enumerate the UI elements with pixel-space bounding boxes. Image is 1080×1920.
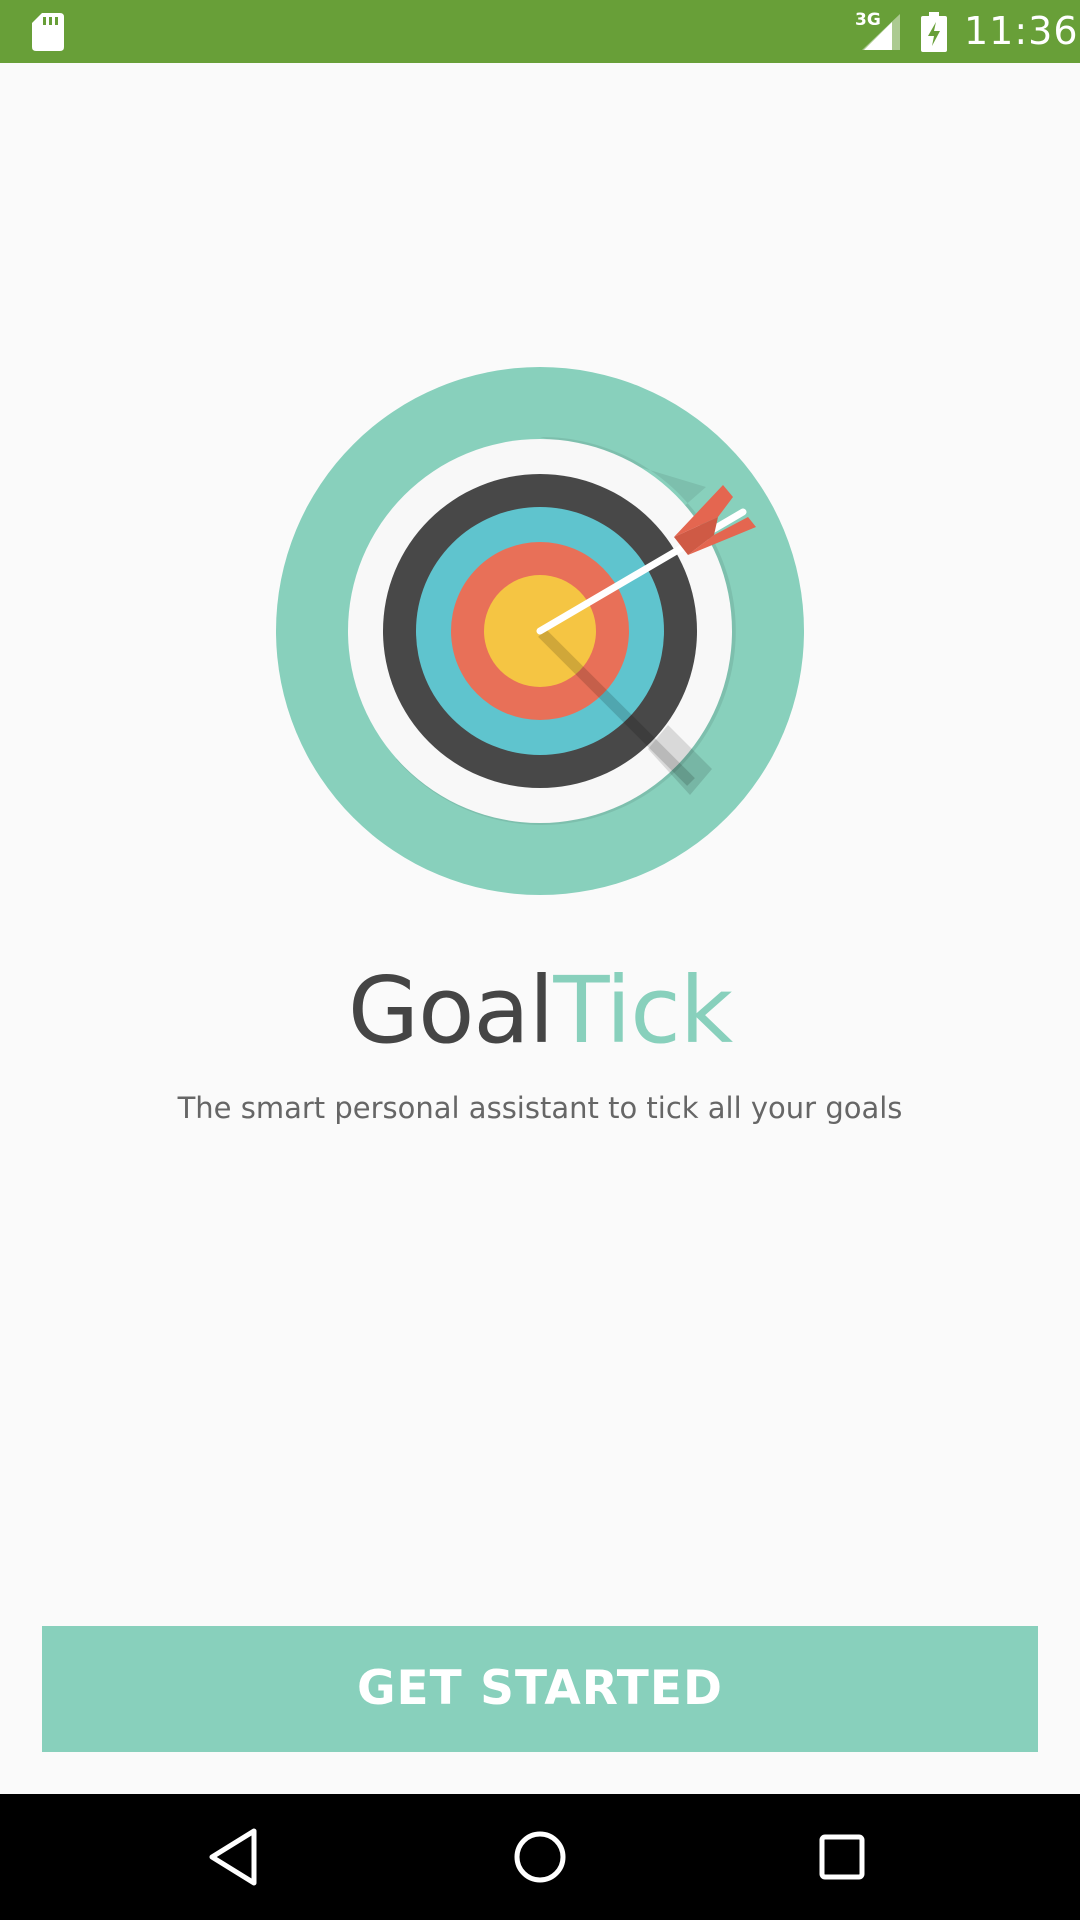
target-arrow-icon [276, 367, 804, 895]
status-clock: 11:36 [964, 9, 1079, 53]
app-title-tick: Tick [553, 957, 733, 1064]
app-title-goal: Goal [347, 957, 555, 1064]
get-started-button[interactable]: GET STARTED [42, 1626, 1038, 1752]
battery-charging-icon [921, 12, 947, 52]
signal-icon [862, 14, 900, 50]
navigation-bar [0, 1794, 1080, 1920]
sd-card-icon [32, 13, 64, 51]
app-tagline: The smart personal assistant to tick all… [177, 1091, 903, 1125]
recents-icon[interactable] [810, 1825, 874, 1889]
back-icon[interactable] [204, 1825, 268, 1889]
status-bar: 3G 11:36 [0, 0, 1080, 63]
app-title: GoalTick [0, 956, 1080, 1066]
home-icon[interactable] [508, 1825, 572, 1889]
